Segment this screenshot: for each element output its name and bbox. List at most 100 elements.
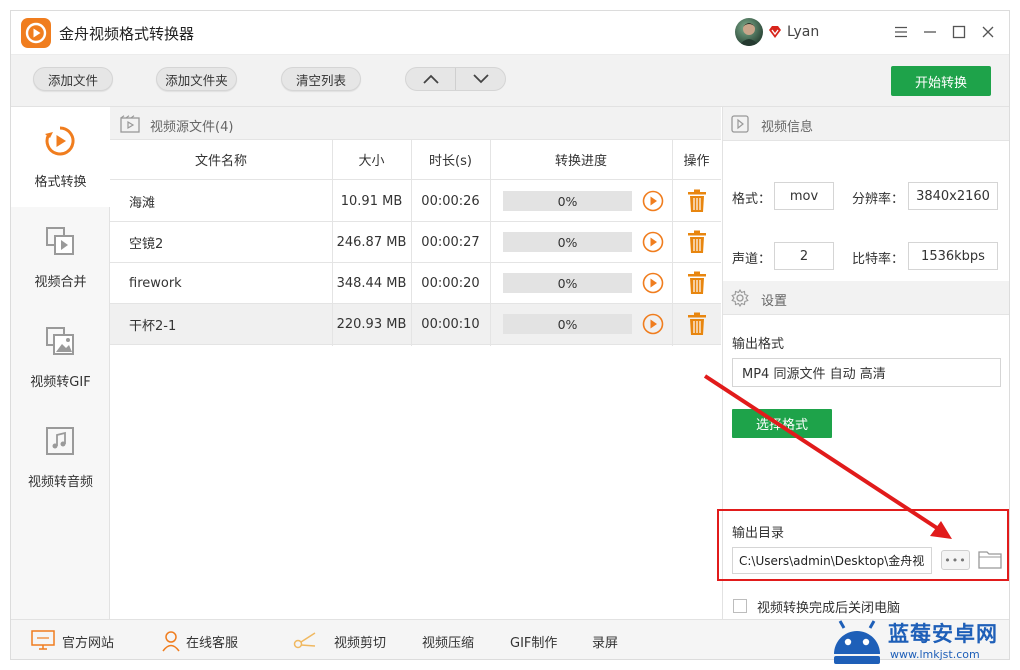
output-dir-field[interactable]: C:\Users\admin\Desktop\金舟视 — [732, 547, 932, 574]
video-gif-icon — [46, 327, 74, 355]
video-info-header: 视频信息 — [723, 107, 1009, 141]
output-format-field[interactable]: MP4 同源文件 自动 高清 — [732, 358, 1001, 387]
file-duration: 00:00:26 — [421, 193, 480, 209]
table-row[interactable]: 空镜2 246.87 MB 00:00:27 0% — [110, 222, 721, 263]
gear-icon — [731, 289, 749, 307]
nav-label: 视频转GIF — [30, 375, 91, 390]
progress-bar: 0% — [503, 273, 632, 293]
column-header-progress: 转换进度 — [490, 140, 672, 180]
select-format-button[interactable]: 选择格式 — [732, 409, 832, 438]
play-icon[interactable] — [642, 313, 664, 335]
video-audio-icon — [46, 427, 74, 455]
screen-record-link[interactable]: 录屏 — [592, 632, 618, 651]
close-icon[interactable] — [978, 22, 998, 42]
add-file-button[interactable]: 添加文件 — [33, 67, 113, 91]
trash-icon[interactable] — [687, 230, 707, 254]
move-up-button[interactable] — [406, 68, 455, 90]
file-size: 246.87 MB — [336, 234, 407, 250]
nav-item-video-audio[interactable]: 视频转音频 — [11, 407, 110, 507]
clear-list-button[interactable]: 清空列表 — [281, 67, 361, 91]
customer-service-icon — [162, 631, 180, 652]
start-convert-button[interactable]: 开始转换 — [891, 66, 991, 96]
column-header-duration[interactable]: 时长(s) — [411, 140, 490, 180]
username[interactable]: Lyan — [787, 24, 819, 40]
monitor-icon — [31, 630, 55, 650]
online-support-link[interactable]: 在线客服 — [186, 632, 238, 651]
file-duration: 00:00:20 — [421, 275, 480, 291]
gif-make-link[interactable]: GIF制作 — [510, 632, 557, 651]
title-bar: 金舟视频格式转换器 Lyan — [11, 11, 1009, 55]
file-list-title: 视频源文件(4) — [150, 120, 234, 135]
official-site-link[interactable]: 官方网站 — [62, 632, 114, 651]
column-divider — [411, 140, 412, 346]
progress-bar: 0% — [503, 314, 632, 334]
open-folder-icon[interactable] — [978, 549, 1002, 569]
chevron-up-icon — [422, 74, 439, 84]
chevron-down-icon — [472, 74, 489, 84]
nav-label: 视频转音频 — [27, 475, 93, 490]
video-info-title: 视频信息 — [761, 120, 814, 135]
format-convert-icon — [45, 126, 75, 156]
add-folder-button[interactable]: 添加文件夹 — [156, 67, 237, 91]
column-header-action: 操作 — [672, 140, 721, 180]
move-down-button[interactable] — [455, 68, 505, 90]
resolution-label: 分辨率： — [852, 192, 905, 207]
nav-item-format-convert[interactable]: 格式转换 — [11, 107, 110, 207]
file-list-header: 视频源文件(4) — [110, 107, 721, 140]
channels-label: 声道： — [732, 252, 772, 267]
column-divider — [490, 140, 491, 346]
settings-header: 设置 — [723, 281, 1009, 315]
file-name: 干杯2-1 — [129, 318, 177, 334]
nav-item-video-merge[interactable]: 视频合并 — [11, 207, 110, 307]
app-title: 金舟视频格式转换器 — [59, 25, 195, 43]
user-avatar[interactable] — [735, 18, 763, 46]
file-list: 视频源文件(4) 文件名称 大小 时长(s) 转换进度 操作 海滩 10.91 … — [110, 107, 721, 619]
watermark-title: 蓝莓安卓网 — [888, 622, 998, 646]
nav-label: 格式转换 — [34, 175, 87, 190]
table-row[interactable]: firework 348.44 MB 00:00:20 0% — [110, 263, 721, 304]
output-dir-label: 输出目录 — [732, 526, 785, 541]
browse-more-button[interactable]: ••• — [941, 550, 970, 570]
site-watermark: 蓝莓安卓网 www.lmkjst.com — [828, 610, 1020, 670]
resolution-value: 3840x2160 — [908, 182, 998, 210]
app-logo-icon — [21, 18, 51, 48]
nav-label: 视频合并 — [34, 275, 87, 290]
video-cut-link[interactable]: 视频剪切 — [334, 632, 386, 651]
menu-icon[interactable] — [891, 22, 911, 42]
video-merge-icon — [46, 227, 74, 255]
column-divider — [672, 140, 673, 346]
vip-badge-icon — [769, 26, 781, 38]
file-size: 10.91 MB — [340, 193, 403, 209]
progress-bar: 0% — [503, 191, 632, 211]
trash-icon[interactable] — [687, 271, 707, 295]
scissors-icon — [293, 632, 316, 649]
video-source-icon — [120, 115, 140, 133]
nav-item-video-gif[interactable]: 视频转GIF — [11, 307, 110, 407]
trash-icon[interactable] — [687, 312, 707, 336]
column-divider — [332, 140, 333, 346]
table-row[interactable]: 干杯2-1 220.93 MB 00:00:10 0% — [110, 304, 721, 345]
play-icon[interactable] — [642, 231, 664, 253]
file-name: 空镜2 — [129, 236, 164, 252]
android-logo-icon — [834, 620, 880, 664]
trash-icon[interactable] — [687, 189, 707, 213]
video-compress-link[interactable]: 视频压缩 — [422, 632, 474, 651]
minimize-icon[interactable] — [920, 22, 940, 42]
maximize-icon[interactable] — [949, 22, 969, 42]
left-nav: 格式转换 视频合并 视频转GIF 视频转音频 — [11, 107, 110, 619]
video-info-icon — [731, 115, 749, 133]
file-name: firework — [129, 275, 182, 291]
play-icon[interactable] — [642, 190, 664, 212]
column-header-name[interactable]: 文件名称 — [110, 140, 332, 180]
file-duration: 00:00:27 — [421, 234, 480, 250]
play-icon[interactable] — [642, 272, 664, 294]
move-buttons — [405, 67, 506, 91]
format-value: mov — [774, 182, 834, 210]
channels-value: 2 — [774, 242, 834, 270]
bitrate-value: 1536kbps — [908, 242, 998, 270]
file-duration: 00:00:10 — [421, 316, 480, 332]
column-header-size[interactable]: 大小 — [332, 140, 411, 180]
file-name: 海滩 — [129, 195, 156, 211]
shutdown-checkbox[interactable] — [733, 599, 747, 613]
table-row[interactable]: 海滩 10.91 MB 00:00:26 0% — [110, 181, 721, 222]
